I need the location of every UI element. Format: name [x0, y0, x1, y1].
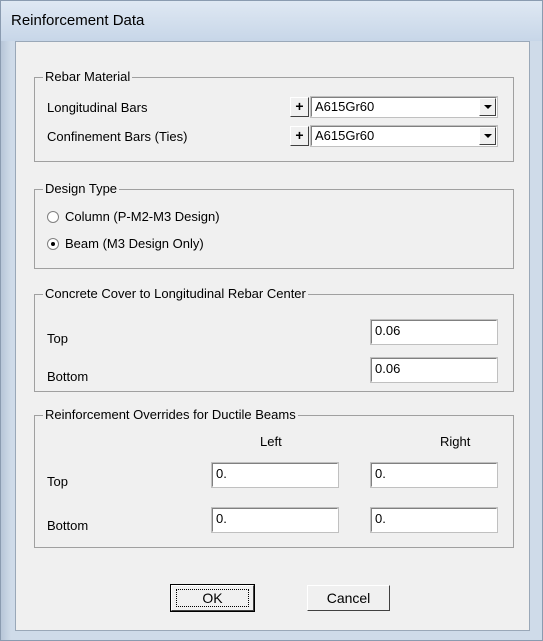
title-bar[interactable]: Reinforcement Data: [1, 1, 542, 41]
dialog-client-area: Rebar Material Longitudinal Bars + A615G…: [15, 41, 530, 631]
overrides-left-header: Left: [260, 434, 282, 449]
reinforcement-overrides-legend: Reinforcement Overrides for Ductile Beam…: [43, 407, 298, 423]
confinement-bars-label: Confinement Bars (Ties): [47, 129, 188, 144]
overrides-top-left-value: 0.: [216, 466, 227, 481]
longitudinal-bars-select[interactable]: A615Gr60: [310, 96, 498, 118]
confinement-bars-select[interactable]: A615Gr60: [310, 125, 498, 147]
overrides-bottom-right-input[interactable]: 0.: [370, 507, 498, 533]
column-design-label[interactable]: Column (P-M2-M3 Design): [65, 209, 220, 225]
longitudinal-bars-value: A615Gr60: [315, 99, 375, 114]
overrides-top-label: Top: [47, 474, 68, 489]
focus-rectangle: [176, 589, 249, 607]
cover-top-input[interactable]: 0.06: [370, 319, 498, 345]
chevron-down-icon[interactable]: [479, 98, 496, 116]
confinement-bars-value: A615Gr60: [315, 128, 375, 143]
cover-bottom-label: Bottom: [47, 369, 89, 384]
rebar-material-group: Rebar Material Longitudinal Bars + A615G…: [34, 69, 514, 162]
beam-design-label[interactable]: Beam (M3 Design Only): [65, 236, 204, 252]
beam-design-radio[interactable]: [47, 238, 59, 250]
overrides-right-header: Right: [440, 434, 471, 449]
window-title: Reinforcement Data: [11, 12, 145, 29]
longitudinal-add-button[interactable]: +: [290, 97, 309, 117]
design-type-group: Design Type Column (P-M2-M3 Design) Beam…: [34, 181, 514, 269]
overrides-top-right-value: 0.: [375, 466, 386, 481]
cover-bottom-input[interactable]: 0.06: [370, 357, 498, 383]
reinforcement-data-dialog: Reinforcement Data Rebar Material Longit…: [0, 0, 543, 641]
confinement-add-button[interactable]: +: [290, 126, 309, 146]
design-type-legend: Design Type: [43, 181, 120, 197]
overrides-top-right-input[interactable]: 0.: [370, 462, 498, 488]
column-design-radio[interactable]: [47, 211, 59, 223]
overrides-bottom-right-value: 0.: [375, 511, 386, 526]
reinforcement-overrides-group: Reinforcement Overrides for Ductile Beam…: [34, 407, 514, 548]
rebar-material-legend: Rebar Material: [43, 69, 133, 85]
overrides-bottom-left-value: 0.: [216, 511, 227, 526]
cancel-button-label: Cancel: [326, 590, 371, 606]
concrete-cover-legend: Concrete Cover to Longitudinal Rebar Cen…: [43, 286, 308, 302]
overrides-bottom-left-input[interactable]: 0.: [211, 507, 339, 533]
cover-top-label: Top: [47, 331, 68, 346]
cancel-button[interactable]: Cancel: [307, 585, 390, 611]
ok-button[interactable]: OK: [170, 584, 255, 612]
overrides-bottom-label: Bottom: [47, 518, 89, 533]
cover-top-value: 0.06: [375, 323, 401, 338]
window-frame-left: [1, 41, 11, 640]
concrete-cover-group: Concrete Cover to Longitudinal Rebar Cen…: [34, 286, 514, 392]
longitudinal-bars-label: Longitudinal Bars: [47, 100, 148, 115]
cover-bottom-value: 0.06: [375, 361, 401, 376]
chevron-down-icon[interactable]: [479, 127, 496, 145]
overrides-top-left-input[interactable]: 0.: [211, 462, 339, 488]
